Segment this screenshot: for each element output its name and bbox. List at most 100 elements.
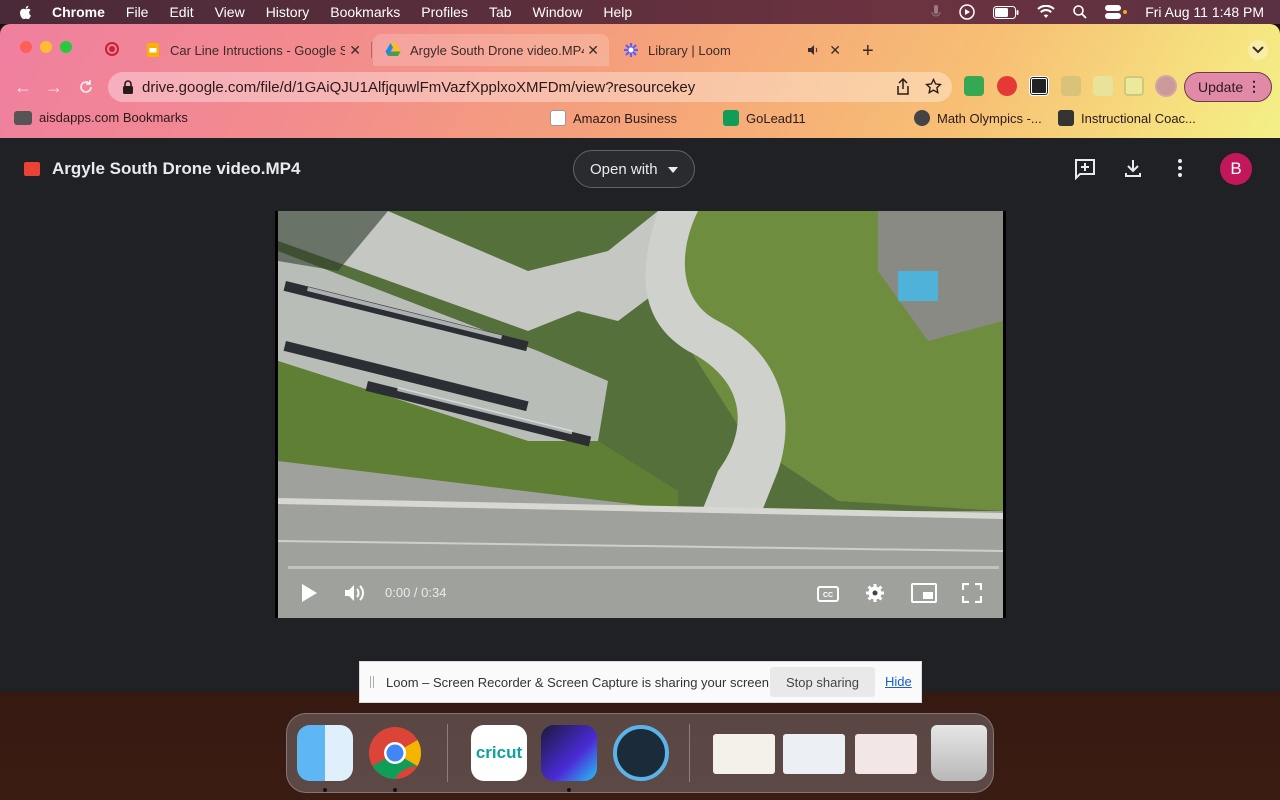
- lock-icon[interactable]: [122, 80, 134, 94]
- extension-icon[interactable]: [964, 76, 984, 96]
- bookmark-star-icon[interactable]: [925, 78, 942, 95]
- bookmark-golead[interactable]: GoLead11: [723, 110, 806, 126]
- drive-viewer: Argyle South Drone video.MP4 Open with B: [0, 138, 1280, 692]
- bookmark-folder[interactable]: aisdapps.com Bookmarks: [14, 110, 188, 125]
- menu-window[interactable]: Window: [533, 4, 583, 20]
- bookmark-amazon[interactable]: Amazon Business: [550, 110, 677, 126]
- tab-loom-library[interactable]: Library | Loom ✕: [611, 34, 851, 66]
- apple-icon[interactable]: [18, 4, 34, 20]
- chevron-down-icon[interactable]: [1252, 46, 1264, 54]
- share-icon[interactable]: [895, 78, 911, 96]
- more-actions-icon[interactable]: [1176, 158, 1184, 178]
- play-status-icon[interactable]: [959, 4, 975, 20]
- running-indicator: [567, 788, 571, 792]
- svg-text:CC: CC: [823, 592, 833, 599]
- address-bar[interactable]: drive.google.com/file/d/1GAiQJU1Alfjquwl…: [108, 72, 952, 102]
- microphone-icon[interactable]: [931, 5, 941, 19]
- captions-icon[interactable]: CC: [817, 586, 839, 602]
- fullscreen-window-button[interactable]: [60, 41, 72, 53]
- audio-playing-icon[interactable]: [807, 44, 819, 56]
- menu-bookmarks[interactable]: Bookmarks: [330, 4, 400, 20]
- file-title: Argyle South Drone video.MP4: [52, 159, 301, 178]
- account-avatar[interactable]: B: [1220, 153, 1252, 185]
- battery-icon[interactable]: [993, 5, 1019, 19]
- drag-handle-icon[interactable]: [370, 676, 374, 688]
- bookmark-label: aisdapps.com Bookmarks: [39, 110, 188, 125]
- menu-bar: Chrome File Edit View History Bookmarks …: [0, 0, 1280, 24]
- finder-window-thumbnail[interactable]: [783, 734, 845, 774]
- video-player[interactable]: 0:00 / 0:34 CC: [275, 211, 1006, 618]
- play-icon[interactable]: [300, 583, 318, 603]
- chrome-icon[interactable]: [367, 725, 423, 781]
- open-with-button[interactable]: Open with: [573, 150, 695, 188]
- update-button[interactable]: Update ⋮: [1184, 72, 1272, 102]
- spotlight-search-icon[interactable]: [1073, 5, 1087, 19]
- control-center-icon[interactable]: [1105, 5, 1128, 19]
- chrome-window-thumbnail[interactable]: [855, 734, 917, 774]
- dock-separator: [447, 724, 448, 782]
- reading-list-icon[interactable]: [1093, 76, 1113, 96]
- menu-history[interactable]: History: [266, 4, 310, 20]
- bookmark-label: Instructional Coac...: [1081, 110, 1196, 126]
- menu-help[interactable]: Help: [603, 4, 632, 20]
- google-drive-icon: [385, 43, 401, 56]
- settings-gear-icon[interactable]: [865, 583, 885, 603]
- finder-icon[interactable]: [297, 725, 353, 781]
- bookmark-label: Amazon Business: [573, 110, 678, 126]
- close-tab-icon[interactable]: ✕: [829, 42, 841, 59]
- close-tab-icon[interactable]: ✕: [587, 42, 599, 59]
- trash-icon[interactable]: [931, 725, 987, 781]
- profile-avatar[interactable]: [1155, 75, 1177, 97]
- forward-button[interactable]: →: [45, 77, 63, 98]
- volume-icon[interactable]: [344, 583, 366, 603]
- close-tab-icon[interactable]: ✕: [349, 42, 361, 59]
- caret-down-icon: [668, 167, 678, 173]
- bookmark-instructional-coach[interactable]: Instructional Coac...: [1058, 110, 1196, 126]
- extensions-puzzle-icon[interactable]: [1061, 76, 1081, 96]
- menu-clock[interactable]: Fri Aug 11 1:48 PM: [1145, 4, 1264, 20]
- dock-separator: [689, 724, 690, 782]
- menu-tab[interactable]: Tab: [489, 4, 512, 20]
- google-sheets-icon: [723, 110, 739, 126]
- tab-drone-video[interactable]: Argyle South Drone video.MP4 ✕: [373, 34, 609, 66]
- recording-indicator-icon[interactable]: [105, 42, 119, 56]
- new-tab-button[interactable]: +: [862, 40, 874, 63]
- menu-file[interactable]: File: [126, 4, 149, 20]
- side-panel-icon[interactable]: [1124, 76, 1144, 96]
- bookmark-icon: [1058, 110, 1074, 126]
- menu-edit[interactable]: Edit: [169, 4, 193, 20]
- close-window-button[interactable]: [20, 41, 32, 53]
- minimize-window-button[interactable]: [40, 41, 52, 53]
- video-frame: [278, 211, 1003, 618]
- sharing-message: Loom – Screen Recorder & Screen Capture …: [386, 674, 773, 690]
- menu-view[interactable]: View: [215, 4, 245, 20]
- menu-app-name[interactable]: Chrome: [52, 4, 105, 20]
- menu-profiles[interactable]: Profiles: [421, 4, 468, 20]
- quicktime-icon[interactable]: [613, 725, 669, 781]
- back-button[interactable]: ←: [14, 77, 32, 98]
- update-label: Update: [1198, 79, 1244, 95]
- bookmark-math-olympics[interactable]: Math Olympics -...: [914, 110, 1042, 126]
- fullscreen-icon[interactable]: [962, 583, 982, 603]
- running-indicator: [393, 788, 397, 792]
- cricut-icon[interactable]: cricut: [471, 725, 527, 781]
- tab-separator: [371, 42, 372, 58]
- tab-title: Library | Loom: [648, 42, 731, 58]
- tab-car-line[interactable]: Car Line Intructions - Google S ✕: [133, 34, 372, 66]
- hide-link[interactable]: Hide: [885, 674, 912, 689]
- picture-in-picture-icon[interactable]: [911, 583, 937, 603]
- chrome-window-thumbnail[interactable]: [713, 734, 775, 774]
- more-icon[interactable]: ⋮: [1247, 78, 1261, 95]
- qr-code-icon[interactable]: [1029, 76, 1049, 96]
- video-progress-bar[interactable]: [288, 566, 999, 569]
- stop-sharing-button[interactable]: Stop sharing: [770, 667, 875, 697]
- google-slides-icon: [147, 43, 159, 57]
- wifi-icon[interactable]: [1037, 5, 1055, 19]
- loom-icon: [624, 43, 638, 57]
- reload-icon[interactable]: [78, 79, 94, 95]
- extension-icon[interactable]: [997, 76, 1017, 96]
- add-comment-icon[interactable]: [1074, 158, 1096, 180]
- tab-title: Argyle South Drone video.MP4: [410, 42, 584, 58]
- webex-icon[interactable]: [541, 725, 597, 781]
- download-icon[interactable]: [1123, 158, 1143, 178]
